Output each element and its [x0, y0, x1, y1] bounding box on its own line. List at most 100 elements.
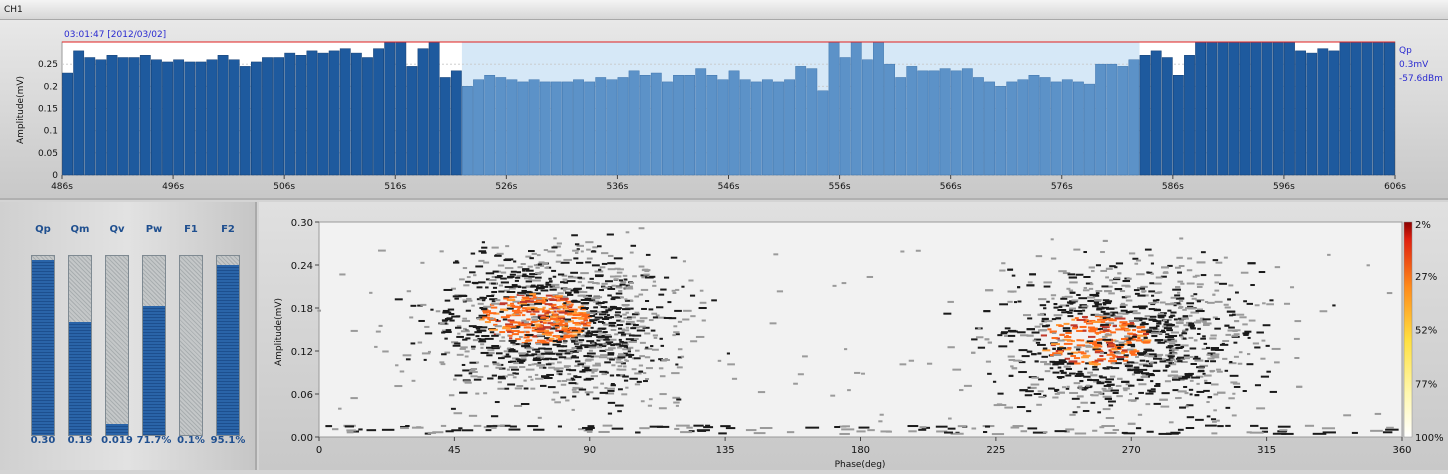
- trend-bar: [850, 41, 862, 176]
- prpd-point: [1202, 335, 1206, 338]
- trend-bar: [584, 81, 596, 176]
- prpd-point: [375, 330, 381, 333]
- prpd-point: [1177, 428, 1184, 431]
- prpd-point: [1138, 383, 1147, 386]
- prpd-point: [1026, 410, 1032, 413]
- prpd-point: [614, 333, 619, 336]
- prpd-point: [1117, 346, 1121, 349]
- prpd-point: [1233, 355, 1239, 358]
- prpd-point: [574, 243, 580, 246]
- prpd-point: [805, 426, 820, 429]
- prpd-point: [1196, 261, 1206, 264]
- prpd-point: [1018, 349, 1028, 352]
- prpd-point: [1092, 368, 1099, 371]
- prpd-point: [350, 397, 358, 400]
- prpd-point: [558, 311, 568, 314]
- stat-bar-f1: [179, 255, 203, 436]
- prpd-point: [400, 427, 409, 430]
- stat-bar-f2: [216, 255, 240, 436]
- prpd-point: [1229, 374, 1239, 377]
- prpd-point: [786, 431, 795, 434]
- prpd-point: [1210, 334, 1217, 337]
- prpd-point: [1105, 267, 1113, 270]
- prpd-point: [622, 313, 627, 316]
- prpd-point: [1054, 430, 1067, 433]
- prpd-point: [617, 410, 622, 413]
- prpd-point: [1135, 355, 1139, 358]
- prpd-point: [572, 321, 580, 324]
- prpd-point: [1166, 329, 1173, 332]
- prpd-point: [1149, 282, 1155, 285]
- prpd-point: [1162, 369, 1168, 372]
- prpd-point: [600, 306, 608, 309]
- stat-bar-qm: [68, 255, 92, 436]
- prpd-point: [568, 304, 573, 307]
- prpd-point: [584, 346, 589, 349]
- prpd-point: [1058, 324, 1064, 327]
- prpd-point: [1097, 411, 1102, 414]
- prpd-point: [1274, 266, 1281, 269]
- prpd-point: [652, 316, 658, 319]
- prpd-point: [615, 361, 624, 364]
- prpd-point: [555, 320, 559, 323]
- prpd-point: [998, 345, 1008, 348]
- prpd-point: [1156, 298, 1160, 301]
- prpd-point: [648, 308, 654, 311]
- prpd-point: [526, 350, 531, 353]
- trend-bar: [106, 55, 118, 176]
- prpd-point: [1246, 302, 1254, 305]
- prpd-point: [1059, 369, 1064, 372]
- prpd-point: [558, 306, 567, 309]
- prpd-point: [557, 337, 564, 340]
- prpd-point: [1160, 405, 1170, 408]
- prpd-point: [1266, 303, 1274, 306]
- prpd-point: [491, 426, 497, 429]
- prpd-point: [1068, 347, 1072, 350]
- prpd-point: [623, 317, 627, 320]
- prpd-point: [524, 342, 532, 345]
- trend-bar: [784, 79, 795, 176]
- prpd-point: [677, 348, 683, 351]
- prpd-point: [1212, 293, 1216, 296]
- prpd-point: [1189, 393, 1193, 396]
- trend-bar: [1384, 41, 1395, 176]
- prpd-point: [464, 355, 469, 358]
- prpd-point: [488, 352, 495, 355]
- prpd-point: [1137, 294, 1146, 297]
- prpd-point: [1141, 290, 1146, 293]
- prpd-point: [552, 391, 559, 394]
- prpd-point: [611, 427, 624, 430]
- prpd-x-tick: 180: [851, 445, 870, 456]
- prpd-point: [576, 349, 582, 352]
- prpd-point: [1211, 432, 1218, 435]
- prpd-point: [423, 358, 427, 361]
- prpd-point: [1137, 305, 1147, 308]
- prpd-point: [1081, 356, 1089, 359]
- prpd-point: [513, 362, 519, 365]
- prpd-point: [1070, 354, 1077, 357]
- prpd-point: [948, 417, 952, 420]
- prpd-point: [1133, 289, 1140, 292]
- prpd-point: [456, 353, 464, 356]
- prpd-point: [1110, 367, 1120, 370]
- prpd-point: [427, 431, 436, 434]
- prpd-point: [1262, 324, 1271, 327]
- prpd-point: [1116, 355, 1125, 358]
- prpd-point: [1076, 406, 1081, 409]
- prpd-point: [1168, 342, 1176, 345]
- prpd-point: [769, 322, 777, 325]
- prpd-point: [537, 416, 542, 419]
- prpd-point: [1010, 290, 1015, 293]
- prpd-point: [480, 346, 484, 349]
- prpd-point: [1261, 339, 1266, 342]
- prpd-point: [513, 285, 521, 288]
- prpd-point: [1260, 375, 1270, 378]
- prpd-point: [572, 386, 580, 389]
- prpd-point: [1065, 331, 1072, 334]
- trend-bar: [462, 86, 473, 176]
- prpd-point: [1139, 323, 1145, 326]
- prpd-point: [1031, 331, 1040, 334]
- prpd-point: [919, 426, 927, 429]
- prpd-point: [1343, 414, 1352, 417]
- prpd-point: [447, 308, 455, 311]
